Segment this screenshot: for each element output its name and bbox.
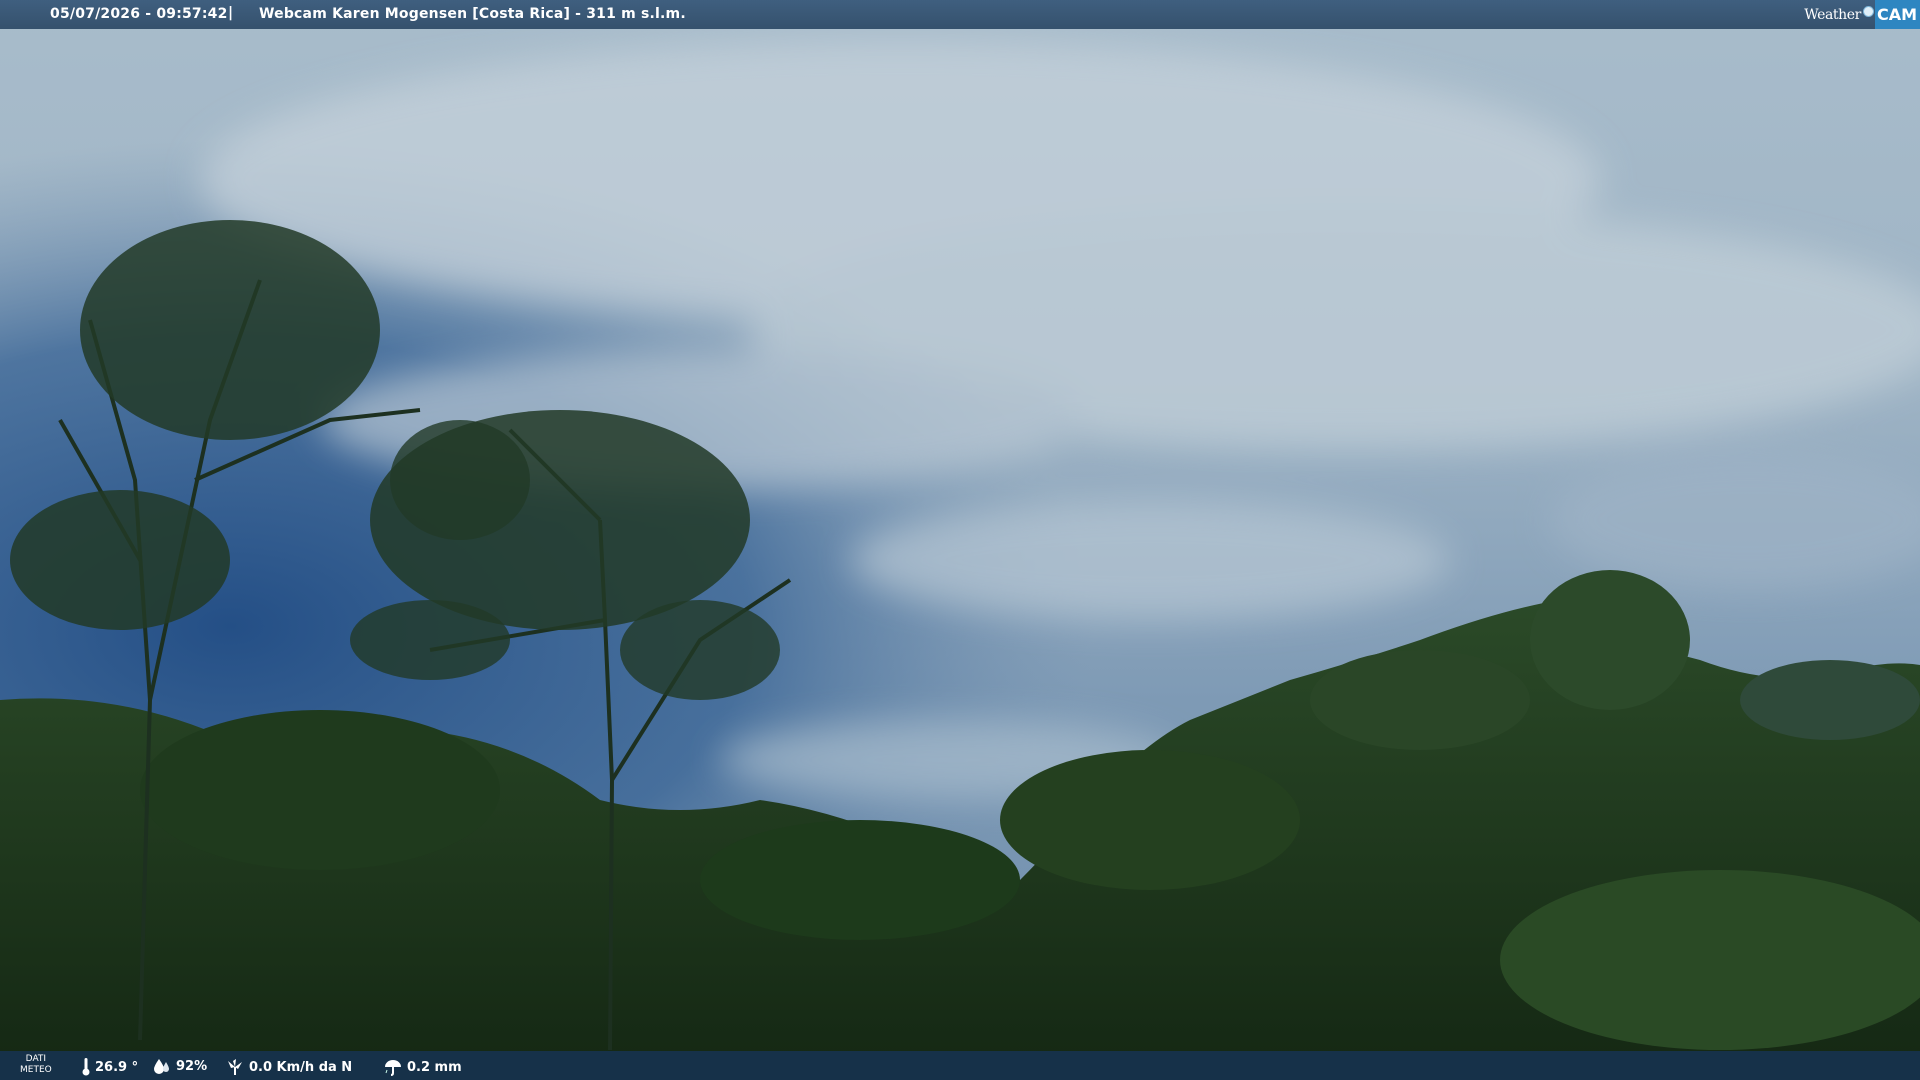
webcam-scene <box>0 0 1920 1080</box>
rain-icon <box>385 1060 401 1076</box>
weathercam-logo: Weather CAM <box>1804 0 1920 29</box>
thermometer-icon <box>82 1058 90 1076</box>
wind-reading: 0.0 Km/h da N <box>226 1058 352 1076</box>
wind-icon <box>228 1059 242 1075</box>
humidity-reading: 92% <box>153 1058 207 1074</box>
logo-text-cam: CAM <box>1874 0 1920 29</box>
weather-data-bar: DATI METEO 26.9 ° 92% 0.0 Km/h da N 0.2 … <box>0 1051 1920 1080</box>
dati-meteo-label: DATI METEO <box>20 1054 52 1076</box>
humidity-value: 92% <box>176 1058 208 1074</box>
rain-value: 0.2 mm <box>407 1059 462 1075</box>
humidity-icon <box>154 1059 169 1074</box>
logo-text-weather: Weather <box>1804 6 1861 23</box>
top-info-bar: 05/07/2026 - 09:57:42 | Webcam Karen Mog… <box>0 0 1920 29</box>
webcam-title: Webcam Karen Mogensen [Costa Rica] - 311… <box>259 6 686 22</box>
logo-dot-icon <box>1862 6 1874 17</box>
temperature-value: 26.9 ° <box>95 1059 139 1075</box>
header-separator: | <box>228 5 234 21</box>
wind-value: 0.0 Km/h da N <box>249 1059 353 1075</box>
dati-label: DATI <box>25 1054 47 1064</box>
rain-reading: 0.2 mm <box>384 1058 462 1076</box>
meteo-label: METEO <box>20 1065 52 1075</box>
timestamp: 05/07/2026 - 09:57:42 <box>50 6 228 22</box>
temperature-reading: 26.9 ° <box>82 1058 138 1076</box>
